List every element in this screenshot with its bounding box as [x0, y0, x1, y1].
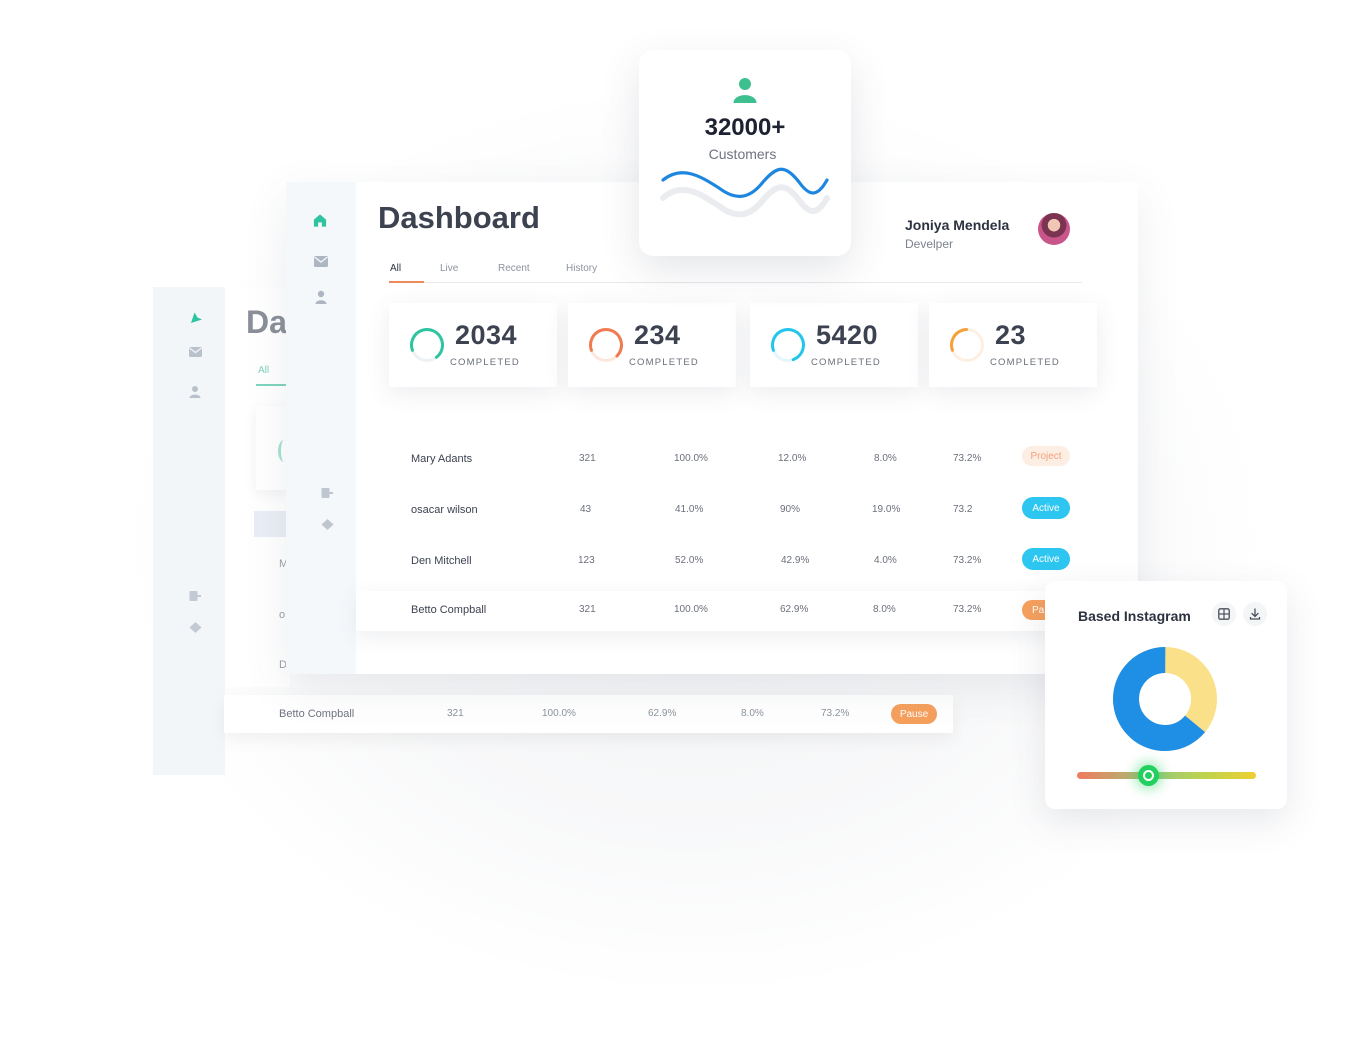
mail-icon[interactable]: [314, 254, 328, 268]
stat-card: 23 COMPLETED: [929, 303, 1097, 387]
tab-history[interactable]: History: [566, 263, 597, 274]
row-cell: 100.0%: [674, 453, 708, 464]
row-cell: 90%: [780, 504, 801, 515]
row-cell: 19.0%: [872, 504, 901, 515]
progress-ring: [950, 328, 984, 362]
row-cell: 73.2%: [821, 708, 850, 719]
stat-value: 2034: [455, 320, 518, 350]
row-cell: 73.2%: [953, 555, 982, 566]
stat-value: 234: [634, 320, 681, 350]
user-name: Joniya Mendela: [905, 217, 1010, 233]
download-icon[interactable]: [1243, 602, 1267, 626]
tab-all[interactable]: All: [390, 263, 401, 274]
back-tab-all[interactable]: All: [258, 365, 269, 376]
row-cell: 8.0%: [874, 453, 897, 464]
stat-card: 234 COMPLETED: [568, 303, 736, 387]
row-cell: 43: [580, 504, 592, 515]
card-title: Based Instagram: [1078, 608, 1191, 624]
row-cell: 8.0%: [873, 604, 896, 615]
row-cell: 41.0%: [675, 504, 704, 515]
status-badge[interactable]: Pause: [891, 704, 937, 724]
table-row[interactable]: osacar wilson 43 41.0% 90% 19.0% 73.2 Ac…: [356, 491, 1138, 531]
back-page-title: Da: [246, 304, 287, 340]
stat-card: 5420 COMPLETED: [750, 303, 918, 387]
row-cell: 62.9%: [780, 604, 809, 615]
slider-handle[interactable]: [1138, 765, 1159, 786]
row-cell: 73.2: [953, 504, 973, 515]
back-sidebar: [153, 287, 225, 775]
back-tab-underline: [256, 384, 290, 386]
status-badge[interactable]: Active: [1022, 548, 1070, 570]
customers-card: 32000+ Customers: [639, 50, 851, 256]
row-cell: 62.9%: [648, 708, 677, 719]
tab-recent[interactable]: Recent: [498, 263, 530, 274]
table-row[interactable]: Den Mitchell 123 52.0% 42.9% 4.0% 73.2% …: [356, 542, 1138, 582]
row-cell: 73.2%: [953, 604, 982, 615]
progress-ring: [410, 328, 444, 362]
stat-value: 23: [995, 320, 1027, 350]
progress-ring: [771, 328, 805, 362]
row-cell: 321: [579, 604, 596, 615]
row-cell: 52.0%: [675, 555, 704, 566]
row-cell: 100.0%: [674, 604, 708, 615]
status-badge[interactable]: Active: [1022, 497, 1070, 519]
layers-icon[interactable]: [320, 517, 334, 531]
row-cell: 321: [579, 453, 596, 464]
row-cell: 42.9%: [781, 555, 810, 566]
row-cell: 321: [447, 708, 464, 719]
row-name: osacar wilson: [411, 504, 478, 516]
row-cell: 100.0%: [542, 708, 576, 719]
logout-icon[interactable]: [188, 589, 202, 603]
row-cell: 73.2%: [953, 453, 982, 464]
active-tab-indicator: [389, 281, 424, 283]
stat-card: 2034 COMPLETED: [389, 303, 557, 387]
stat-label: COMPLETED: [450, 357, 520, 368]
status-badge[interactable]: Project: [1022, 446, 1070, 466]
back-table-row[interactable]: Betto Compball 321 100.0% 62.9% 8.0% 73.…: [224, 695, 953, 733]
home-icon[interactable]: [313, 213, 327, 227]
wave-sparkline: [660, 167, 830, 218]
row-name: Mary Adants: [411, 453, 473, 465]
avatar[interactable]: [1038, 213, 1070, 245]
row-cell: 4.0%: [874, 555, 897, 566]
instagram-card: Based Instagram: [1045, 581, 1287, 809]
customers-label: Customers: [708, 146, 777, 162]
user-icon[interactable]: [188, 384, 202, 398]
mail-icon[interactable]: [188, 345, 202, 359]
logout-icon[interactable]: [320, 486, 334, 500]
user-icon: [733, 78, 757, 103]
row-name: Betto Compball: [411, 604, 487, 616]
stat-label: COMPLETED: [811, 357, 881, 368]
grid-icon[interactable]: [1212, 602, 1236, 626]
back-row-letter: o: [279, 609, 286, 621]
row-name: Betto Compball: [279, 708, 355, 720]
row-name: Den Mitchell: [411, 555, 472, 567]
page-title: Dashboard: [378, 200, 540, 235]
layers-icon[interactable]: [188, 620, 202, 634]
row-cell: 8.0%: [741, 708, 764, 719]
user-icon[interactable]: [314, 290, 328, 304]
table-row[interactable]: Betto Compball 321 100.0% 62.9% 8.0% 73.…: [356, 591, 1138, 631]
stat-label: COMPLETED: [629, 357, 699, 368]
row-cell: 12.0%: [778, 453, 807, 464]
stat-label: COMPLETED: [990, 357, 1060, 368]
cursor-icon[interactable]: [189, 310, 203, 324]
slider-track[interactable]: [1077, 772, 1256, 779]
row-cell: 123: [578, 555, 595, 566]
progress-ring: [589, 328, 623, 362]
back-table-header: [254, 511, 290, 537]
customers-count: 32000+: [704, 114, 786, 141]
table-row[interactable]: Mary Adants 321 100.0% 12.0% 8.0% 73.2% …: [356, 440, 1138, 480]
tabs-divider: [390, 282, 1082, 283]
user-role: Develper: [905, 237, 954, 251]
donut-chart: [1113, 647, 1217, 751]
tab-live[interactable]: Live: [440, 263, 458, 274]
stat-value: 5420: [816, 320, 879, 350]
